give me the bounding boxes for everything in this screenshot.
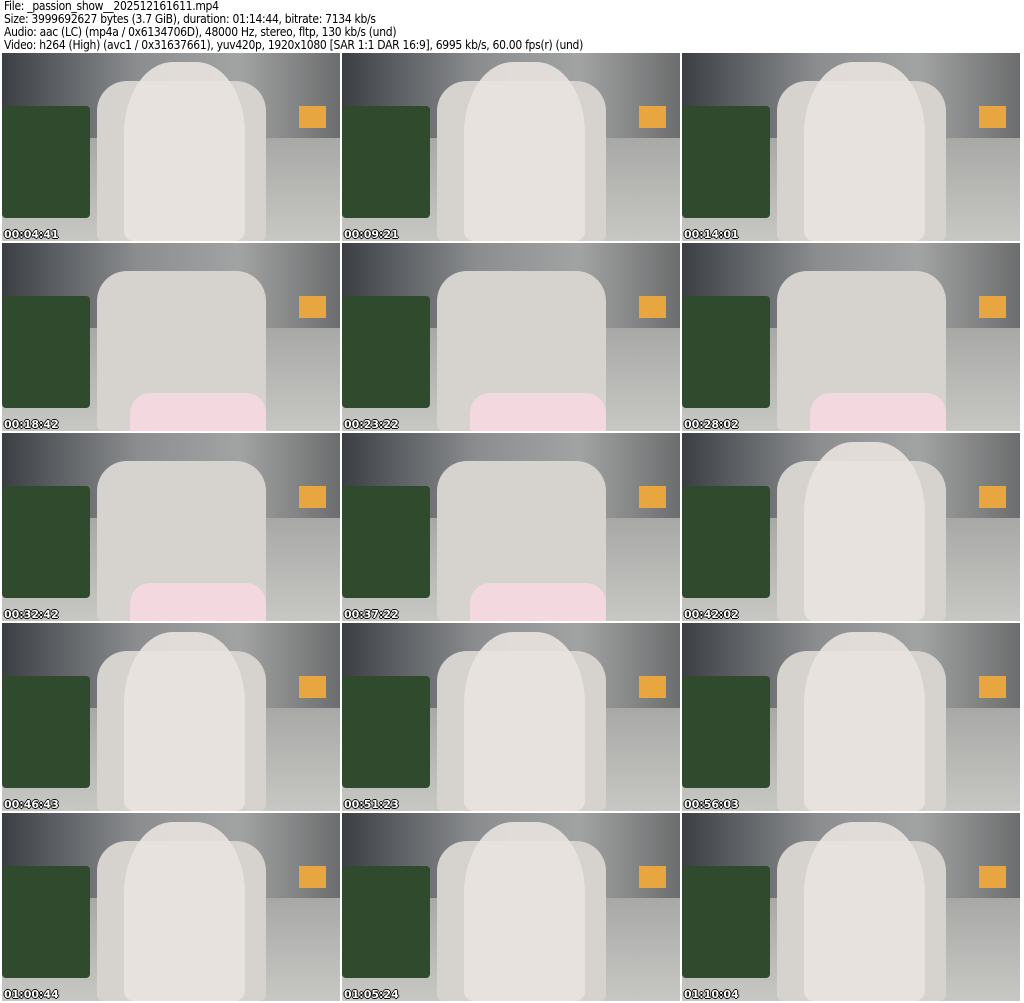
lamp [639, 295, 667, 319]
sofa [342, 865, 430, 979]
video-thumbnail: 00:56:03 [682, 623, 1020, 811]
lamp [979, 865, 1007, 889]
person-figure [803, 822, 926, 1001]
lamp [639, 675, 667, 699]
video-thumbnail: 00:28:02 [682, 243, 1020, 431]
sofa [2, 295, 90, 409]
sofa [342, 675, 430, 789]
lamp [299, 865, 327, 889]
lamp [979, 295, 1007, 319]
video-thumbnail: 00:04:41 [2, 53, 340, 241]
video-thumbnail: 00:14:01 [682, 53, 1020, 241]
video-thumbnail: 00:18:42 [2, 243, 340, 431]
timestamp: 00:04:41 [4, 228, 59, 241]
sofa [682, 105, 770, 219]
sofa [342, 485, 430, 599]
person-figure [803, 442, 926, 621]
blanket [810, 393, 946, 431]
timestamp: 00:14:01 [684, 228, 739, 241]
person-figure [463, 62, 586, 241]
video-thumbnail: 01:00:44 [2, 813, 340, 1001]
video-thumbnail: 00:51:23 [342, 623, 680, 811]
person-figure [123, 62, 246, 241]
lamp [299, 675, 327, 699]
lamp [639, 485, 667, 509]
sofa [682, 675, 770, 789]
sofa [682, 295, 770, 409]
timestamp: 00:09:21 [344, 228, 399, 241]
person-figure [123, 632, 246, 811]
lamp [979, 675, 1007, 699]
sofa [2, 675, 90, 789]
blanket [130, 393, 266, 431]
video-thumbnail: 00:32:42 [2, 433, 340, 621]
sofa [342, 295, 430, 409]
lamp [299, 295, 327, 319]
timestamp: 01:05:24 [344, 988, 399, 1001]
sofa [682, 865, 770, 979]
sofa [2, 865, 90, 979]
video-thumbnail: 00:09:21 [342, 53, 680, 241]
sofa [2, 485, 90, 599]
timestamp: 00:18:42 [4, 418, 59, 431]
blanket [470, 393, 606, 431]
person-figure [803, 632, 926, 811]
person-figure [123, 822, 246, 1001]
timestamp: 00:46:43 [4, 798, 59, 811]
timestamp: 00:23:22 [344, 418, 399, 431]
video-thumbnail: 01:10:04 [682, 813, 1020, 1001]
lamp [299, 485, 327, 509]
timestamp: 00:51:23 [344, 798, 399, 811]
blanket [130, 583, 266, 621]
video-thumbnail: 00:23:22 [342, 243, 680, 431]
lamp [979, 105, 1007, 129]
person-figure [803, 62, 926, 241]
lamp [299, 105, 327, 129]
sofa [2, 105, 90, 219]
lamp [639, 865, 667, 889]
timestamp: 01:10:04 [684, 988, 739, 1001]
timestamp: 00:56:03 [684, 798, 739, 811]
sofa [682, 485, 770, 599]
timestamp: 00:28:02 [684, 418, 739, 431]
video-info: Video: h264 (High) (avc1 / 0x31637661), … [4, 38, 583, 52]
lamp [979, 485, 1007, 509]
person-figure [463, 632, 586, 811]
sofa [342, 105, 430, 219]
person-figure [463, 822, 586, 1001]
video-thumbnail: 00:42:02 [682, 433, 1020, 621]
timestamp: 00:32:42 [4, 608, 59, 621]
timestamp: 01:00:44 [4, 988, 59, 1001]
video-thumbnail: 01:05:24 [342, 813, 680, 1001]
video-thumbnail: 00:46:43 [2, 623, 340, 811]
video-thumbnail: 00:37:22 [342, 433, 680, 621]
timestamp: 00:42:02 [684, 608, 739, 621]
blanket [470, 583, 606, 621]
lamp [639, 105, 667, 129]
timestamp: 00:37:22 [344, 608, 399, 621]
thumbnail-grid: 00:04:41 00:09:21 00:14:01 00:18:42 00:23:22… [2, 53, 1020, 1001]
file-info-header: File: _passion_show__202512161611.mp4 Si… [4, 0, 583, 52]
